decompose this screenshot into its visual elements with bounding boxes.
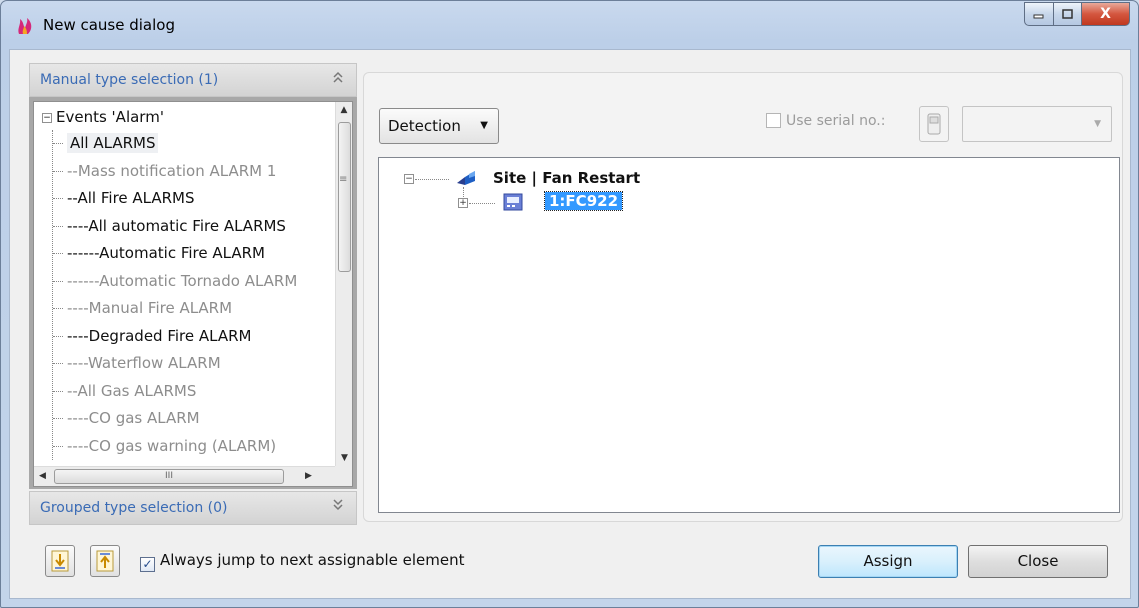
detection-dropdown-label: Detection <box>388 117 461 135</box>
tree-item[interactable]: ------Automatic Fire ALARM <box>53 240 297 268</box>
title-bar[interactable]: New cause dialog X <box>1 1 1138 51</box>
dialog-window: New cause dialog X Manual type selection… <box>0 0 1139 608</box>
jump-next-checkbox[interactable]: ✓ <box>140 557 155 572</box>
site-icon <box>455 167 477 191</box>
tree-item-label: ----CO gas ALARM <box>67 409 200 427</box>
close-icon: X <box>1100 6 1111 22</box>
tree-item[interactable]: ----Waterflow ALARM <box>53 350 297 378</box>
chevron-down-icon[interactable] <box>332 498 344 516</box>
tree-item-label: ----CO gas warning (ALARM) <box>67 436 277 455</box>
grouped-type-selection-label: Grouped type selection (0) <box>40 500 228 516</box>
move-up-button[interactable] <box>90 545 120 577</box>
grouped-type-selection-header[interactable]: Grouped type selection (0) <box>29 491 357 525</box>
tree-item-label: All ALARMS <box>67 133 159 153</box>
tree-root-events-alarm[interactable]: − Events 'Alarm' <box>42 108 164 126</box>
scrollbar-corner <box>335 466 352 486</box>
combo-arrow-icon: ▼ <box>1094 119 1101 129</box>
tree-item[interactable]: --Mass notification ALARM 1 <box>53 158 297 186</box>
grip-icon: ≡ <box>339 174 348 185</box>
event-type-tree-items: − Events 'Alarm' All ALARMS --Mass notific… <box>34 102 336 467</box>
detection-tree-view[interactable]: − Site | Fan Restart + 1:FC922 <box>378 157 1120 513</box>
jump-next-label: Always jump to next assignable element <box>160 551 465 569</box>
detection-panel: Detection ▼ Use serial no.: ▼ − Site | F… <box>363 72 1123 522</box>
flame-icon <box>15 16 35 36</box>
scroll-thumb-vertical[interactable] <box>338 122 351 272</box>
tree-connector <box>469 203 495 204</box>
maximize-button[interactable] <box>1054 2 1082 26</box>
tree-item-label: --All Fire ALARMS <box>67 189 195 207</box>
assign-button[interactable]: Assign <box>818 545 958 578</box>
event-type-tree[interactable]: − Events 'Alarm' All ALARMS --Mass notific… <box>33 101 353 487</box>
tree-item[interactable]: ----Manual Fire ALARM <box>53 295 297 323</box>
panel-icon <box>503 192 523 216</box>
close-window-button[interactable]: X <box>1082 2 1130 26</box>
window-title: New cause dialog <box>43 16 175 34</box>
move-down-button[interactable] <box>45 545 75 577</box>
tree-item[interactable]: ----CO gas warning (ALARM) <box>53 433 297 461</box>
tree-item-label: ----Waterflow ALARM <box>67 354 221 372</box>
dialog-footer: ✓ Always jump to next assignable element … <box>10 545 1130 599</box>
panel-node-label: 1:FC922 <box>543 191 624 211</box>
maximize-icon <box>1061 8 1073 19</box>
panel-node[interactable]: 1:FC922 <box>543 191 624 211</box>
dialog-client-area: Manual type selection (1) − Events 'Alarm… <box>9 49 1131 599</box>
serial-device-button[interactable] <box>919 106 949 142</box>
device-icon <box>927 113 941 135</box>
tree-item[interactable]: All ALARMS <box>53 130 297 158</box>
scroll-up-icon[interactable]: ▲ <box>336 102 352 119</box>
tree-vertical-scrollbar[interactable]: ▲ ≡ ▼ <box>335 102 352 467</box>
manual-type-selection-body: − Events 'Alarm' All ALARMS --Mass notific… <box>29 97 357 489</box>
manual-type-selection-label: Manual type selection (1) <box>40 72 219 88</box>
tree-item-label: ----Manual Fire ALARM <box>67 299 233 317</box>
tree-item[interactable]: ------Automatic Tornado ALARM <box>53 268 297 296</box>
detection-dropdown[interactable]: Detection ▼ <box>379 108 499 144</box>
arrow-up-icon <box>96 550 114 572</box>
scroll-down-icon[interactable]: ▼ <box>336 450 353 467</box>
expand-panel-icon[interactable]: + <box>458 198 468 208</box>
collapse-site-icon[interactable]: − <box>404 174 414 184</box>
tree-item-label: --All Gas ALARMS <box>67 381 197 400</box>
close-button[interactable]: Close <box>968 545 1108 578</box>
caption-buttons: X <box>1024 2 1130 26</box>
scroll-thumb-horizontal[interactable]: III <box>54 469 284 484</box>
tree-item-label: ------Automatic Tornado ALARM <box>67 271 298 290</box>
tree-item-label: ----All automatic Fire ALARMS <box>67 216 286 235</box>
collapse-icon[interactable]: − <box>42 112 52 123</box>
tree-item-label: ------Automatic Fire ALARM <box>67 244 265 262</box>
minimize-icon <box>1033 14 1044 19</box>
tree-item-label: ----Degraded Fire ALARM <box>67 326 252 345</box>
tree-root-label: Events 'Alarm' <box>56 108 164 126</box>
tree-item[interactable]: ----All automatic Fire ALARMS <box>53 213 297 241</box>
scroll-left-icon[interactable]: ◀ <box>34 467 51 486</box>
tree-connector <box>415 179 449 180</box>
tree-item[interactable]: --All Fire ALARMS <box>53 185 297 213</box>
scroll-right-icon[interactable]: ▶ <box>300 467 317 486</box>
dropdown-arrow-icon: ▼ <box>480 120 488 131</box>
serial-number-combo[interactable]: ▼ <box>962 106 1112 142</box>
chevron-up-icon[interactable] <box>332 70 344 88</box>
tree-item-label: --Mass notification ALARM 1 <box>67 161 277 180</box>
tree-item[interactable]: ----Degraded Fire ALARM <box>53 323 297 351</box>
manual-type-selection-header[interactable]: Manual type selection (1) <box>29 63 357 97</box>
tree-horizontal-scrollbar[interactable]: ◀ III ▶ <box>34 466 336 486</box>
tree-item[interactable]: --All Gas ALARMS <box>53 378 297 406</box>
type-selection-panel: Manual type selection (1) − Events 'Alarm… <box>29 63 357 525</box>
grip-icon: III <box>165 471 173 481</box>
use-serial-label: Use serial no.: <box>786 113 886 129</box>
tree-item[interactable]: ----CO gas ALARM <box>53 405 297 433</box>
event-type-list: All ALARMS --Mass notification ALARM 1 --A… <box>52 130 297 460</box>
arrow-down-icon <box>51 550 69 572</box>
site-node-label[interactable]: Site | Fan Restart <box>493 169 640 187</box>
jump-next-row[interactable]: ✓ Always jump to next assignable element <box>140 551 465 572</box>
minimize-button[interactable] <box>1024 2 1054 26</box>
use-serial-checkbox-row[interactable]: Use serial no.: <box>766 113 885 129</box>
use-serial-checkbox[interactable] <box>766 113 781 128</box>
